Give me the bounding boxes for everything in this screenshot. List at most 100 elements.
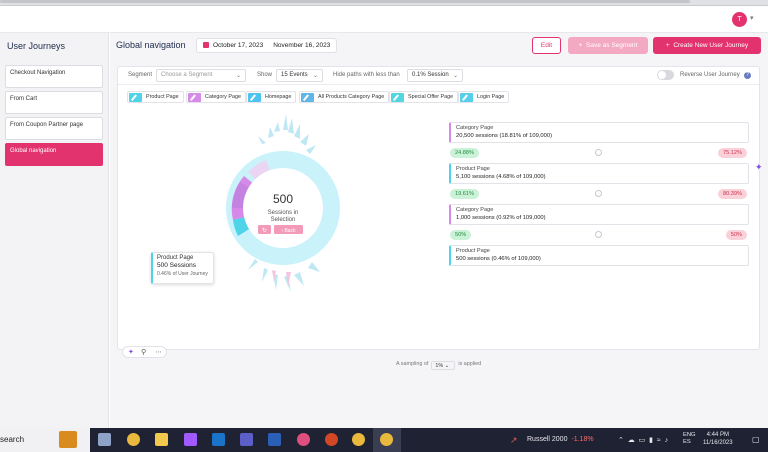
- continue-pct-badge: 19.61%: [450, 189, 479, 199]
- slack-icon[interactable]: [297, 433, 310, 446]
- show-label: Show: [257, 72, 273, 78]
- chip-label: All Products Category Page: [318, 94, 385, 100]
- page-title: Global navigation: [116, 40, 186, 50]
- create-user-journey-label: Create New User Journey: [673, 42, 749, 49]
- flow-split: 24.88% 75.12%: [449, 148, 749, 159]
- chip-login-page[interactable]: Login Page: [458, 91, 510, 103]
- user-avatar[interactable]: T: [732, 12, 747, 27]
- chevron-down-icon[interactable]: ▾: [750, 14, 754, 22]
- assistant-sparkle-icon[interactable]: ✦: [755, 162, 763, 173]
- reverse-journey-label: Reverse User Journey: [680, 72, 740, 78]
- chrome-icon-active: [380, 433, 393, 446]
- node-detail: 1,000 sessions (0.92% of 109,000): [456, 215, 546, 221]
- reset-icon: ↻: [262, 227, 267, 234]
- windows-taskbar: search ↗ Russell 2000 -1.18% ⌃ ☁ ▭ ▮ ≈ ♪ …: [0, 428, 768, 452]
- legend-chips: Product Page Category Page Homepage All …: [118, 87, 759, 105]
- reverse-journey-toggle[interactable]: [657, 70, 674, 80]
- chrome-icon-2[interactable]: [352, 433, 365, 446]
- create-user-journey-button[interactable]: + Create New User Journey: [653, 37, 761, 54]
- node-name: Category Page: [456, 207, 494, 213]
- notifications-icon[interactable]: ▢: [752, 435, 760, 444]
- zoom-icon[interactable]: ⚲: [141, 348, 146, 356]
- sidebar-item-checkout-navigation[interactable]: Checkout Navigation: [5, 65, 103, 88]
- tooltip-title: Product Page: [157, 255, 194, 261]
- sidebar-item-from-cart[interactable]: From Cart: [5, 91, 103, 114]
- save-as-segment-label: Save as Segment: [586, 42, 638, 49]
- taskbar-search[interactable]: search: [0, 428, 90, 452]
- hide-paths-select[interactable]: 0.1% Session ⌄: [407, 69, 463, 82]
- continue-pct-badge: 50%: [450, 230, 472, 240]
- sidebar-item-from-coupon-partner[interactable]: From Coupon Partner page: [5, 117, 103, 140]
- cloud-icon[interactable]: ☁: [628, 437, 635, 444]
- edit-pencil-icon: [248, 93, 261, 102]
- segment-tooltip: Product Page 500 Sessions 0.46% of User …: [151, 252, 214, 284]
- more-icon[interactable]: ⋯: [155, 348, 162, 356]
- ticker-change: -1.18%: [571, 436, 594, 443]
- edit-button[interactable]: Edit: [532, 37, 561, 54]
- edit-pencil-icon: [301, 93, 314, 102]
- sparkle-icon[interactable]: ✦: [128, 348, 134, 356]
- sampling-suffix: is applied: [458, 361, 482, 367]
- sunburst-chart[interactable]: 500 Sessions in Selection ↻ ‹ Back: [188, 112, 378, 312]
- sampling-note: A sampling of 1% ⌄ is applied: [396, 361, 481, 370]
- word-icon[interactable]: [268, 433, 281, 446]
- filter-bar: Segment Choose a Segment ⌄ Show 15 Events…: [118, 67, 759, 85]
- sampling-prefix: A sampling of: [396, 361, 429, 367]
- flow-node[interactable]: Category Page 20,500 sessions (18.81% of…: [449, 122, 749, 143]
- segment-select[interactable]: Choose a Segment ⌄: [156, 69, 246, 82]
- sidebar-item-global-navigation[interactable]: Global navigation: [5, 143, 103, 166]
- taskbar-active-app[interactable]: [373, 428, 401, 452]
- briefcase-icon: [59, 431, 77, 448]
- edit-pencil-icon: [460, 93, 473, 102]
- chip-category-page[interactable]: Category Page: [186, 91, 246, 103]
- drop-pct-badge: 50%: [725, 230, 747, 240]
- chip-label: Login Page: [477, 94, 505, 100]
- stock-chart-icon: ↗: [510, 435, 518, 445]
- chip-label: Product Page: [146, 94, 179, 100]
- node-detail: 5,100 sessions (4.68% of 109,000): [456, 174, 546, 180]
- node-name: Category Page: [456, 125, 494, 131]
- center-hole: [243, 168, 323, 248]
- powerpoint-icon[interactable]: [325, 433, 338, 446]
- edit-pencil-icon: [129, 93, 142, 102]
- calendar-icon: [203, 42, 209, 48]
- system-tray[interactable]: ⌃ ☁ ▭ ▮ ≈ ♪: [618, 436, 668, 444]
- save-as-segment-button[interactable]: + Save as Segment: [568, 37, 648, 54]
- drop-pct-badge: 80.39%: [718, 189, 747, 199]
- flow-node[interactable]: Product Page 5,100 sessions (4.68% of 10…: [449, 163, 749, 184]
- wifi-icon[interactable]: ≈: [657, 437, 661, 444]
- horizontal-scrollbar[interactable]: [0, 0, 690, 3]
- display-icon[interactable]: ▭: [639, 437, 646, 444]
- volume-icon[interactable]: ♪: [665, 437, 669, 444]
- flow-split: 50% 50%: [449, 230, 749, 241]
- node-detail: 20,500 sessions (18.81% of 109,000): [456, 133, 553, 139]
- chip-all-products-category[interactable]: All Products Category Page: [299, 91, 390, 103]
- chip-label: Homepage: [265, 94, 292, 100]
- figma-icon[interactable]: [184, 433, 197, 446]
- flow-node[interactable]: Category Page 1,000 sessions (0.92% of 1…: [449, 204, 749, 225]
- chip-homepage[interactable]: Homepage: [246, 91, 297, 103]
- flow-split: 19.61% 80.39%: [449, 189, 749, 200]
- info-icon[interactable]: ?: [744, 72, 751, 79]
- chip-product-page[interactable]: Product Page: [127, 91, 184, 103]
- battery-icon[interactable]: ▮: [649, 437, 653, 444]
- taskbar-clock[interactable]: 4:44 PM 11/16/2023: [703, 431, 733, 447]
- plus-icon: +: [578, 42, 587, 49]
- flow-node[interactable]: Product Page 500 sessions (0.46% of 109,…: [449, 245, 749, 266]
- stock-ticker-widget[interactable]: Russell 2000 -1.18%: [527, 436, 594, 443]
- sidebar-title: User Journeys: [7, 41, 66, 51]
- chevron-down-icon: ⌄: [452, 73, 458, 79]
- date-range-picker[interactable]: October 17, 2023 November 16, 2023: [196, 38, 338, 53]
- task-view-icon[interactable]: [98, 433, 111, 446]
- file-explorer-icon[interactable]: [155, 433, 168, 446]
- teams-icon[interactable]: [240, 433, 253, 446]
- split-dot: [595, 231, 602, 238]
- chip-special-offer-page[interactable]: Special Offer Page: [389, 91, 459, 103]
- events-select[interactable]: 15 Events ⌄: [276, 69, 323, 82]
- date-start: October 17, 2023: [213, 42, 264, 49]
- chrome-icon[interactable]: [127, 433, 140, 446]
- chevron-up-icon[interactable]: ⌃: [618, 437, 624, 444]
- sampling-select[interactable]: 1% ⌄: [431, 361, 456, 370]
- input-language[interactable]: ENG ES: [683, 432, 696, 446]
- outlook-icon[interactable]: [212, 433, 225, 446]
